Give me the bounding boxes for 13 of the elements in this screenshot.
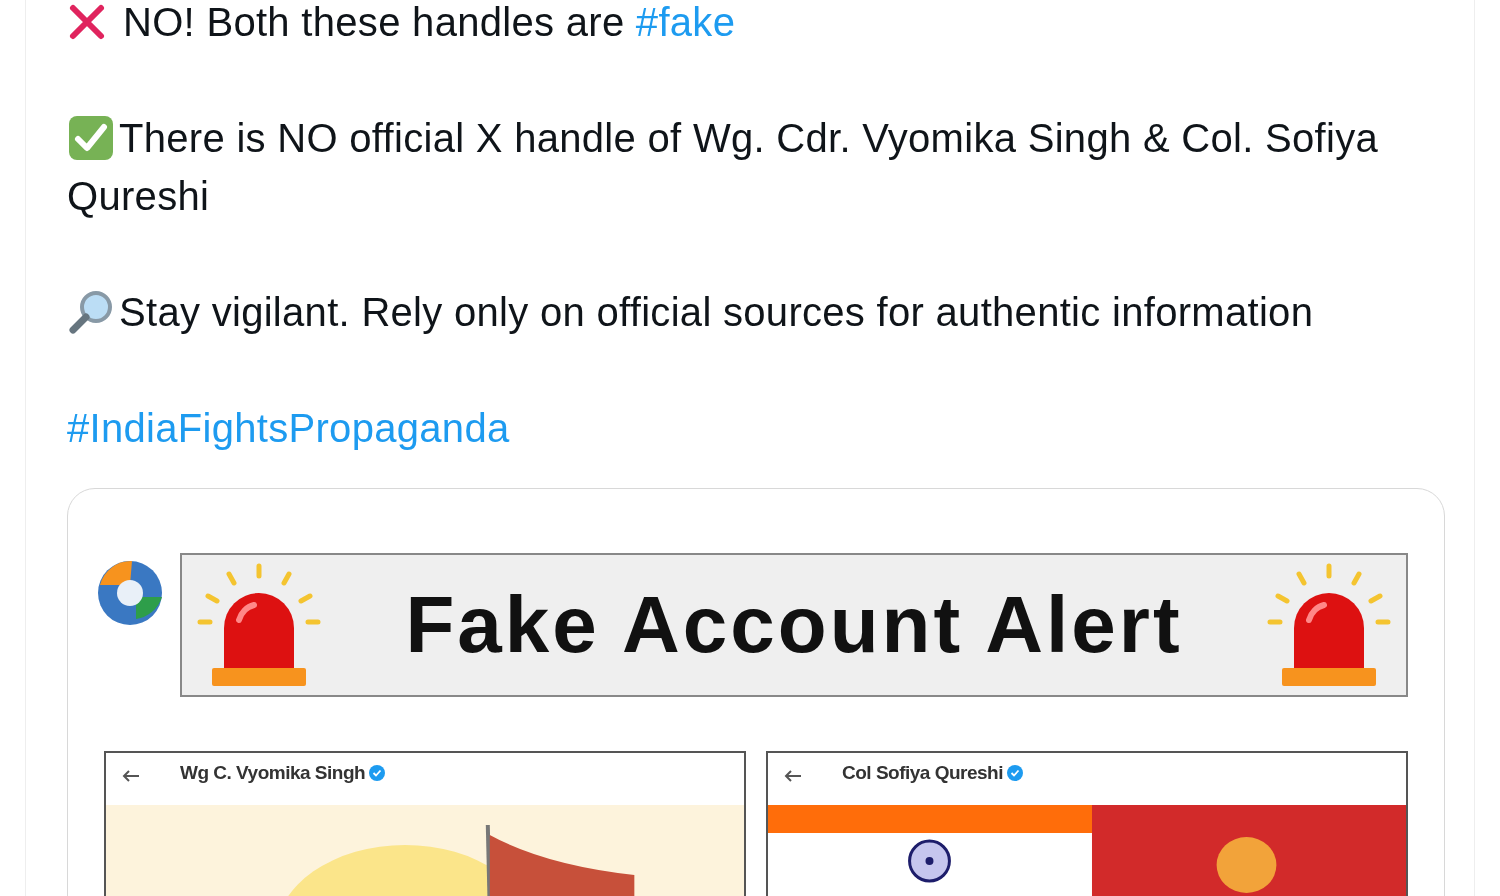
profile-name: Col Sofiya Qureshi	[842, 761, 1003, 785]
check-icon	[67, 114, 115, 162]
hashtag-link[interactable]: #fake	[635, 0, 736, 44]
banner-title: Fake Account Alert	[405, 579, 1183, 671]
post-text: There is NO official X handle of Wg. Cdr. Vyomika Singh & Col. Sofiya Qureshi	[67, 113, 1380, 220]
back-arrow-icon	[122, 769, 140, 783]
back-arrow-icon	[784, 769, 802, 783]
profile-name: Wg C. Vyomika Singh	[180, 761, 366, 785]
post-text: Stay vigilant. Rely only on official sources for authentic information	[67, 283, 1434, 341]
magnifier-icon	[67, 288, 115, 336]
cross-icon	[67, 2, 107, 42]
hashtag-link[interactable]: #IndiaFightsPropaganda	[67, 406, 510, 450]
post-text: NO! Both these handles are #fake	[67, 0, 1434, 51]
